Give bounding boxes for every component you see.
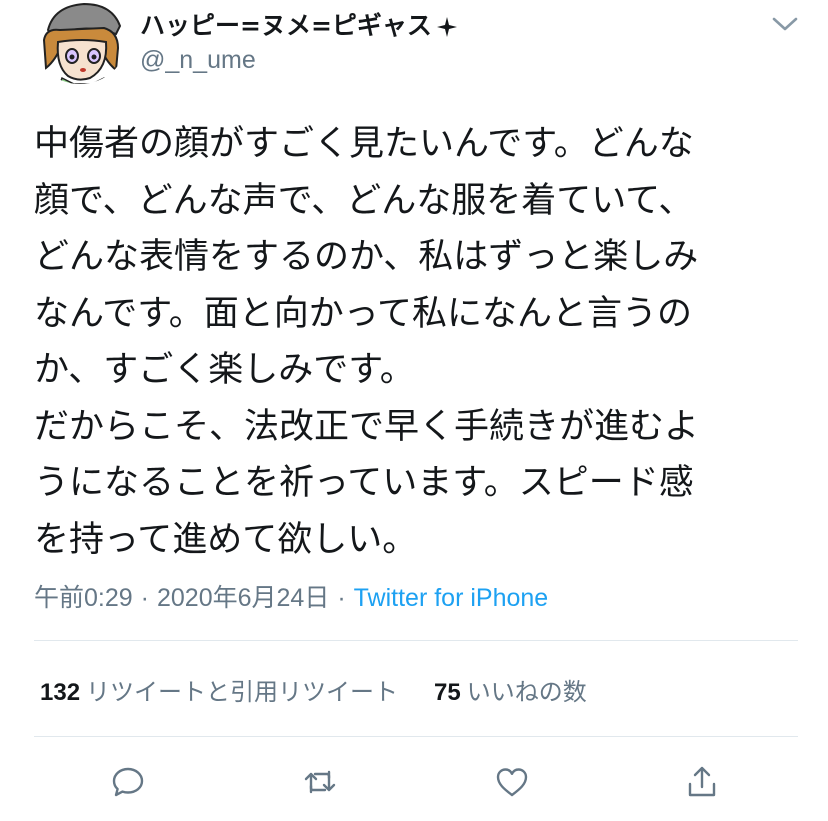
tweet-source-link[interactable]: Twitter for iPhone [354, 584, 549, 612]
display-name-text: ハッピー=ヌメ=ピギャス [140, 11, 432, 40]
display-name[interactable]: ハッピー=ヌメ=ピギャス [140, 6, 458, 42]
share-button[interactable] [680, 760, 724, 804]
divider [34, 736, 798, 737]
likes-count: 75 [434, 679, 461, 706]
meta-separator: · [140, 584, 149, 612]
tweet-text: 中傷者の顔がすごく見たいんです。どんな 顔で、どんな声で、どんな服を着ていて、 … [34, 124, 700, 560]
tweet-stats: 132 リツイートと引用リツイート 75 いいねの数 [40, 672, 587, 707]
meta-separator-2: · [337, 584, 346, 612]
share-icon [688, 766, 716, 797]
sparkle-icon [436, 17, 457, 37]
retweet-button[interactable] [298, 760, 342, 804]
tweet-time[interactable]: 午前0:29 [34, 584, 133, 612]
tweet-meta: 午前0:29 · 2020年6月24日 · Twitter for iPhone [34, 578, 548, 614]
retweets-label: リツイートと引用リツイート [86, 679, 399, 706]
heart-icon [496, 768, 528, 797]
reply-button[interactable] [106, 760, 150, 804]
avatar-illustration [34, 0, 126, 84]
chevron-down-icon[interactable] [770, 14, 800, 34]
likes-label: いいねの数 [466, 679, 587, 706]
retweets-count: 132 [40, 679, 81, 706]
likes-stat[interactable]: 75 いいねの数 [434, 672, 587, 707]
retweet-icon [304, 770, 336, 794]
divider [34, 640, 798, 641]
username[interactable]: @_n_ume [140, 46, 256, 75]
tweet-date[interactable]: 2020年6月24日 [157, 584, 329, 612]
retweets-stat[interactable]: 132 リツイートと引用リツイート [40, 672, 398, 707]
avatar[interactable] [34, 0, 126, 84]
like-button[interactable] [490, 760, 534, 804]
reply-icon [112, 767, 144, 797]
